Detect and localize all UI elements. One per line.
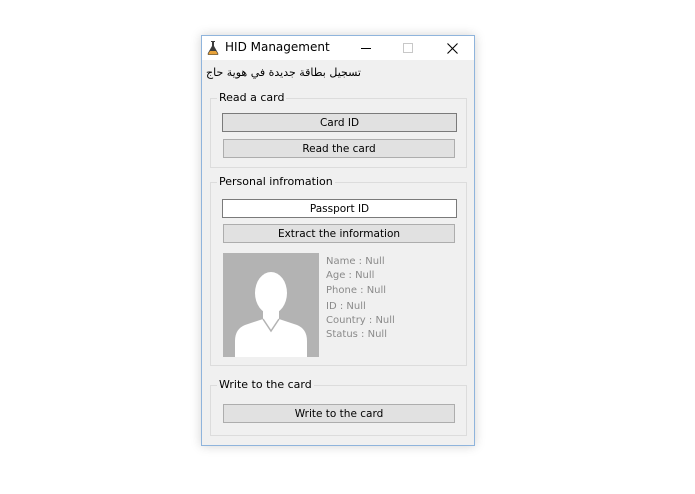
extract-info-button[interactable]: Extract the information [223, 224, 455, 243]
window-subtitle: تسجيل بطاقة جديدة في هوية حاج [206, 66, 361, 79]
maximize-icon [403, 43, 413, 53]
status-field: Status : Null [326, 329, 387, 340]
card-id-button[interactable]: Card ID [222, 113, 457, 132]
write-card-group: Write to the card Write to the card [210, 378, 467, 436]
read-card-button[interactable]: Read the card [223, 139, 455, 158]
write-card-button[interactable]: Write to the card [223, 404, 455, 423]
window-title: HID Management [225, 40, 330, 54]
close-button[interactable] [430, 36, 474, 60]
title-bar[interactable]: HID Management [202, 36, 474, 60]
personal-info-legend: Personal infromation [217, 175, 335, 188]
personal-info-group: Personal infromation Passport ID Extract… [210, 175, 467, 366]
passport-id-field[interactable]: Passport ID [222, 199, 457, 218]
flask-icon [206, 40, 220, 56]
read-card-group: Read a card Card ID Read the card [210, 91, 467, 168]
name-field: Name : Null [326, 256, 385, 267]
country-field: Country : Null [326, 315, 395, 326]
age-field: Age : Null [326, 270, 375, 281]
close-icon [446, 42, 458, 54]
maximize-button[interactable] [386, 36, 430, 60]
minimize-icon [361, 48, 371, 49]
minimize-button[interactable] [344, 36, 388, 60]
hid-management-window: HID Management تسجيل بطاقة جديدة في هوية… [201, 35, 475, 446]
write-card-legend: Write to the card [217, 378, 314, 391]
phone-field: Phone : Null [326, 285, 387, 296]
user-placeholder-icon [223, 253, 319, 357]
id-field: ID : Null [326, 301, 366, 312]
read-card-legend: Read a card [217, 91, 287, 104]
